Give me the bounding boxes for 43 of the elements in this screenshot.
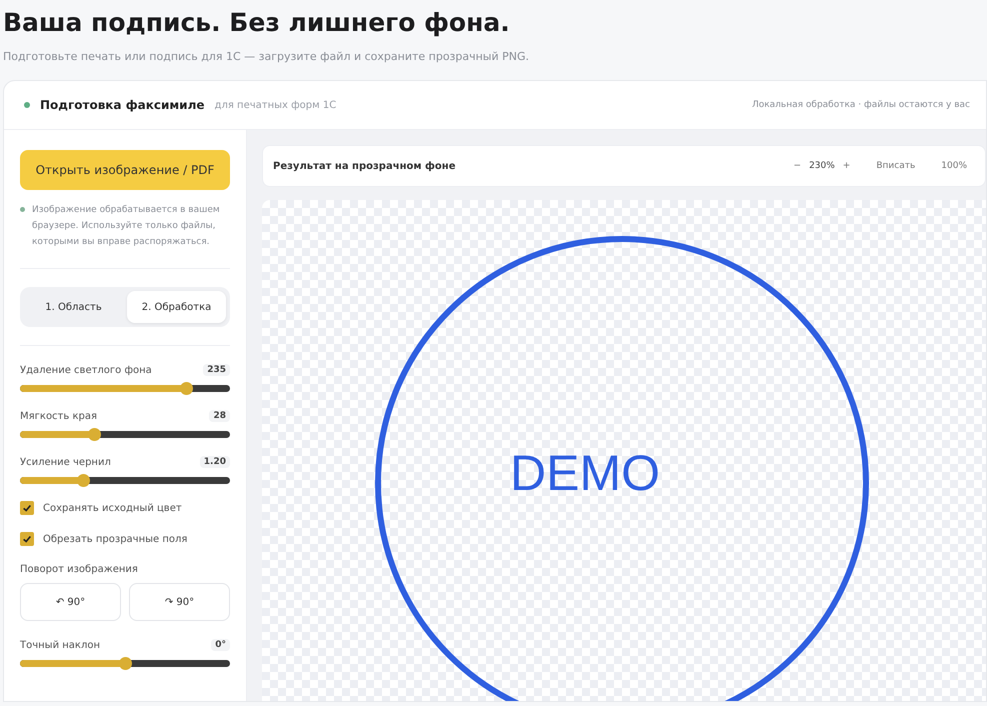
status-dot-icon	[24, 102, 30, 108]
preview-title: Результат на прозрачном фоне	[273, 160, 456, 172]
checkbox[interactable]	[20, 532, 34, 546]
rotate-button[interactable]: ↷ 90°	[129, 583, 230, 621]
zoom-value: 230%	[809, 161, 835, 171]
slider-track[interactable]	[20, 385, 230, 392]
slider-thumb[interactable]	[180, 382, 193, 395]
editor-caption: для печатных форм 1С	[214, 100, 336, 110]
slider-label: Усиление чернил	[20, 456, 111, 468]
slider-label: Мягкость края	[20, 410, 97, 422]
slider-label: Точный наклон	[20, 640, 100, 650]
rotate-button[interactable]: ↶ 90°	[20, 583, 121, 621]
step-tab[interactable]: 2. Обработка	[127, 291, 226, 323]
slider-track[interactable]	[20, 431, 230, 438]
check-icon	[22, 503, 32, 513]
zoom-in-button[interactable]: +	[834, 161, 858, 171]
info-text: Изображение обрабатывается в вашем браузере. Используйте только файлы, которыми вы вправе распоряжаться.	[32, 204, 221, 249]
slider-thumb[interactable]	[77, 474, 90, 487]
fit-button[interactable]: Вписать	[868, 161, 924, 171]
slider-value: 235	[203, 364, 230, 376]
slider-label: Удаление светлого фона	[20, 364, 152, 376]
slider-track[interactable]	[20, 477, 230, 484]
slider-value: 1.20	[200, 456, 230, 468]
step-tab[interactable]: 1. Область	[24, 291, 123, 323]
slider-value: 28	[209, 410, 230, 422]
check-icon	[22, 534, 32, 544]
checkbox-label: Сохранять исходный цвет	[43, 502, 182, 514]
stamp-text: DEMO	[510, 444, 660, 502]
rotation-label: Поворот изображения	[20, 564, 139, 575]
checkbox-label: Обрезать прозрачные поля	[43, 534, 188, 544]
page-subtitle: Подготовьте печать или подпись для 1С — загрузите файл и сохраните прозрачный PNG.	[3, 50, 530, 63]
actual-size-button[interactable]: 100%	[933, 161, 975, 171]
slider-track[interactable]	[20, 660, 230, 667]
open-file-button[interactable]: Открыть изображение / PDF	[20, 150, 230, 190]
page-title: Ваша подпись. Без лишнего фона.	[2, 7, 511, 37]
slider-thumb[interactable]	[119, 657, 132, 670]
slider-thumb[interactable]	[88, 428, 100, 441]
privacy-note: Локальная обработка · файлы остаются у вас	[752, 100, 970, 110]
slider-value: 0°	[211, 639, 230, 651]
checkbox[interactable]	[20, 501, 34, 515]
info-dot-icon	[20, 207, 25, 212]
zoom-out-button[interactable]: −	[786, 161, 810, 171]
editor-title: Подготовка факсимиле	[40, 98, 205, 112]
